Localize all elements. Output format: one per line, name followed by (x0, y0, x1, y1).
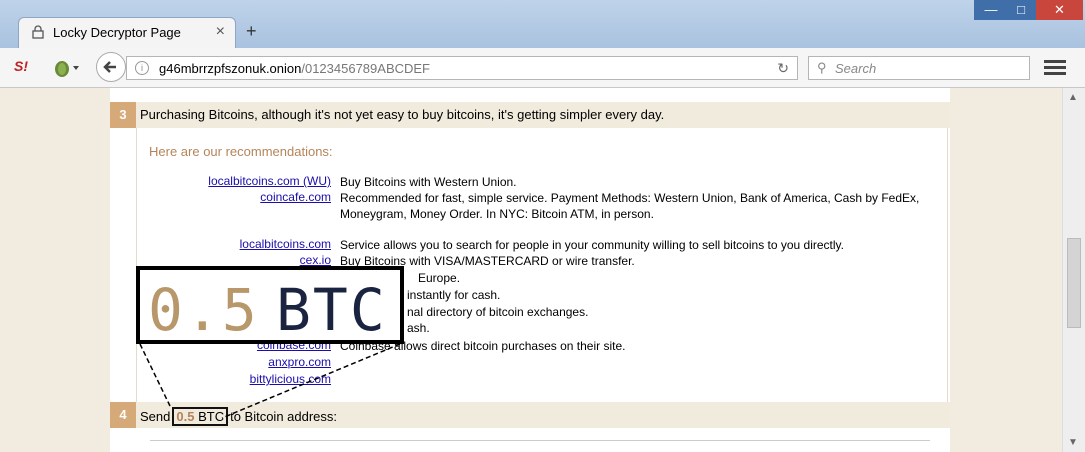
scroll-down-icon[interactable]: ▼ (1068, 437, 1078, 448)
new-tab-button[interactable]: + (246, 21, 257, 42)
search-bar[interactable]: ⚲ Search (808, 56, 1030, 80)
recommendations-heading: Here are our recommendations: (149, 144, 333, 159)
search-placeholder: Search (835, 61, 877, 76)
scroll-up-icon[interactable]: ▲ (1068, 92, 1078, 103)
close-window-button[interactable]: ✕ (1036, 0, 1083, 20)
reload-icon[interactable]: ↻ (777, 60, 789, 77)
btc-zoom-callout: 0.5 BTC (136, 266, 404, 344)
scroll-thumb[interactable] (1067, 238, 1081, 328)
exchange-link[interactable]: localbitcoins.com (240, 237, 331, 251)
maximize-button[interactable]: □ (1004, 0, 1038, 20)
bitcoin-address-box (150, 440, 930, 452)
tor-onion-icon[interactable] (52, 58, 82, 78)
nav-toolbar: S! i g46mbrrzpfszonuk.onion/0123456789AB… (0, 48, 1085, 88)
step-number: 3 (110, 102, 136, 128)
hamburger-menu-icon[interactable] (1044, 58, 1066, 78)
url-path: /0123456789ABCDEF (301, 61, 431, 76)
step-number: 4 (110, 402, 136, 428)
exchange-link[interactable]: cex.io (300, 253, 331, 267)
minimize-button[interactable]: — (974, 0, 1008, 20)
exchange-desc: Buy Bitcoins with VISA/MASTERCARD or wir… (340, 254, 635, 268)
exchange-desc: Europe. (418, 271, 461, 285)
browser-tab[interactable]: Locky Decryptor Page × (18, 17, 236, 48)
title-bar: Locky Decryptor Page × + — □ ✕ (0, 0, 1085, 48)
tab-title: Locky Decryptor Page (53, 25, 181, 40)
exchange-link[interactable]: localbitcoins.com (WU) (208, 174, 331, 188)
zoom-amount: 0.5 (148, 276, 259, 344)
lock-page-icon (32, 25, 44, 39)
exchange-link[interactable]: bittylicious.com (250, 372, 331, 386)
send-suffix: to Bitcoin address: (230, 409, 338, 424)
url-text: g46mbrrzpfszonuk.onion/0123456789ABCDEF (159, 61, 430, 76)
exchange-desc: Service allows you to search for people … (340, 238, 844, 252)
step-text: Send 0.5 BTC to Bitcoin address: (140, 407, 337, 426)
tab-close-icon[interactable]: × (216, 23, 225, 41)
back-button[interactable] (96, 52, 126, 82)
step-3-panel: Here are our recommendations: localbitco… (136, 128, 948, 402)
btc-unit: BTC (198, 409, 225, 424)
send-prefix: Send (140, 409, 171, 424)
url-bar[interactable]: i g46mbrrzpfszonuk.onion/0123456789ABCDE… (126, 56, 798, 80)
exchange-desc: Recommended for fast, simple service. Pa… (340, 191, 920, 221)
exchange-desc: ash. (407, 321, 430, 335)
step-text: Purchasing Bitcoins, although it's not y… (140, 107, 665, 122)
back-arrow-icon (103, 61, 116, 73)
url-host: g46mbrrzpfszonuk.onion (159, 61, 302, 76)
btc-amount: 0.5 (176, 409, 195, 424)
info-icon[interactable]: i (135, 61, 149, 75)
exchange-link[interactable]: anxpro.com (268, 355, 331, 369)
exchange-desc: instantly for cash. (407, 288, 501, 302)
step-3-header: 3 Purchasing Bitcoins, although it's not… (110, 102, 950, 128)
vertical-scrollbar[interactable]: ▲ ▼ (1062, 88, 1085, 452)
exchange-desc: Coinbase allows direct bitcoin purchases… (340, 339, 626, 353)
exchange-desc: nal directory of bitcoin exchanges. (407, 305, 589, 319)
search-icon: ⚲ (817, 60, 827, 75)
addon-s-icon[interactable]: S! (14, 58, 36, 78)
step-4-header: 4 Send 0.5 BTC to Bitcoin address: (110, 402, 950, 428)
zoom-unit: BTC (276, 276, 387, 344)
exchange-link[interactable]: coincafe.com (260, 190, 331, 204)
btc-amount-highlight: 0.5 BTC (172, 407, 229, 426)
exchange-desc: Buy Bitcoins with Western Union. (340, 175, 517, 189)
